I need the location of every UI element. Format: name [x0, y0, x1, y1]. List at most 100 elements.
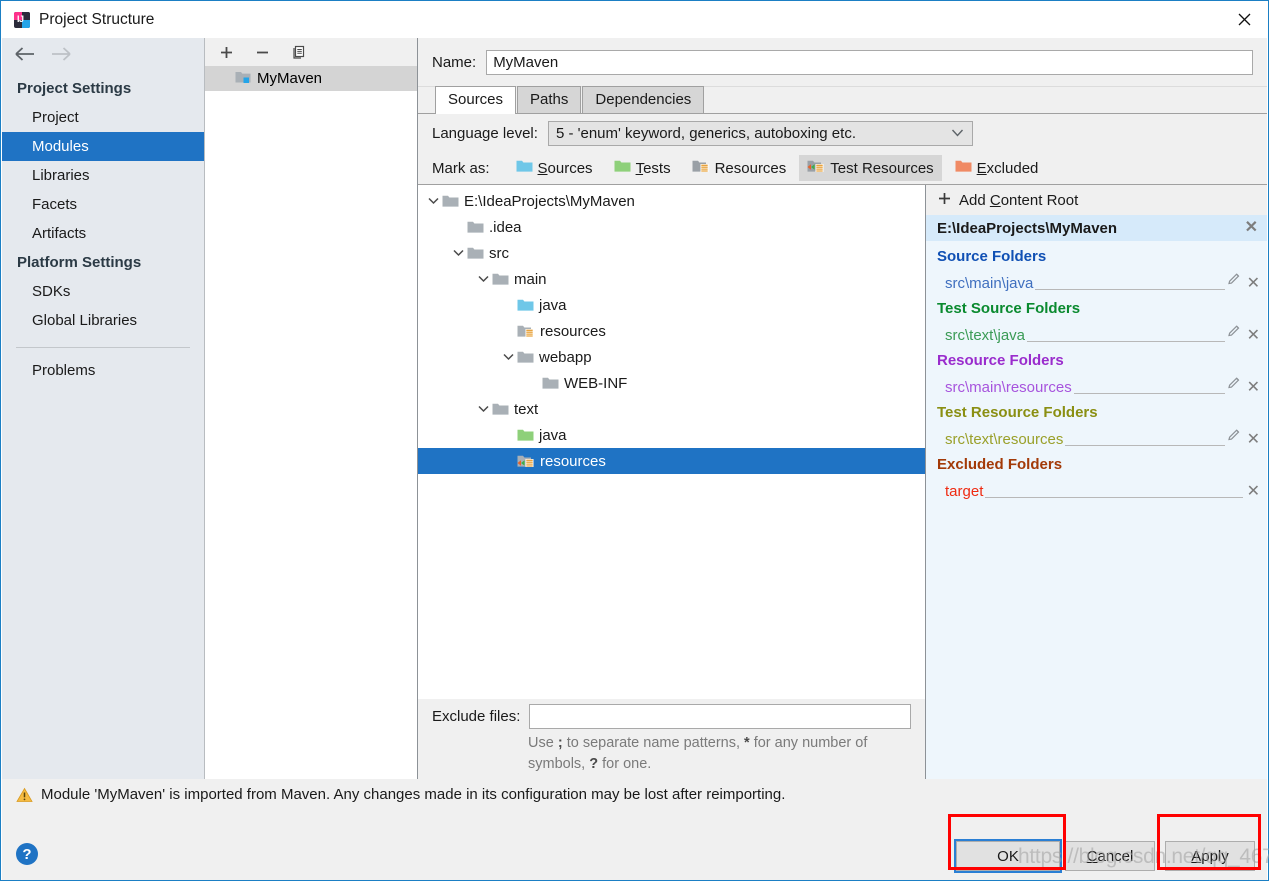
mark-as-excluded-button[interactable]: Excluded: [947, 155, 1047, 181]
tree-row-idea[interactable]: .idea: [418, 214, 925, 240]
folder-gray-icon: [492, 272, 509, 286]
excluded-folder-entry[interactable]: target ✕: [926, 476, 1267, 501]
sources-splitter: E:\IdeaProjects\MyMaven .idea src main j…: [418, 184, 1267, 780]
folder-gray-icon: [492, 402, 509, 416]
chevron-down-icon[interactable]: [474, 275, 492, 283]
tree-row-web-inf[interactable]: WEB-INF: [418, 370, 925, 396]
edit-pencil-icon[interactable]: [1227, 324, 1241, 342]
folder-tests-icon: [614, 159, 631, 177]
name-input[interactable]: [486, 49, 1253, 75]
sidebar-item-project[interactable]: Project: [2, 103, 204, 132]
mark-as-tests-button[interactable]: Tests: [606, 155, 679, 181]
cancel-mnemonic: C: [1086, 847, 1098, 865]
mark-as-resources-button[interactable]: Resources: [684, 155, 795, 181]
sidebar-item-libraries[interactable]: Libraries: [2, 161, 204, 190]
remove-module-button[interactable]: [253, 43, 272, 62]
edit-pencil-icon[interactable]: [1227, 428, 1241, 446]
tree-label: .idea: [489, 218, 522, 236]
warning-message: Module 'MyMaven' is imported from Maven.…: [41, 786, 786, 804]
remove-test-resource-folder-icon[interactable]: ✕: [1247, 430, 1260, 449]
warning-bar: Module 'MyMaven' is imported from Maven.…: [2, 779, 1267, 831]
remove-excluded-folder-icon[interactable]: ✕: [1247, 482, 1260, 501]
close-icon[interactable]: [1220, 1, 1268, 38]
resource-folder-path: src\main\resources: [945, 378, 1074, 397]
name-label: Name:: [432, 53, 477, 71]
add-content-root-button[interactable]: Add Content Root: [926, 185, 1267, 215]
entry-underline: [945, 497, 1243, 498]
tree-row-main-resources[interactable]: resources: [418, 318, 925, 344]
tab-sources[interactable]: Sources: [435, 86, 517, 114]
language-level-value: 5 - 'enum' keyword, generics, autoboxing…: [555, 124, 856, 142]
resource-folder-entry[interactable]: src\main\resources ✕: [926, 372, 1267, 397]
sidebar-item-global-libraries[interactable]: Global Libraries: [2, 306, 204, 335]
content-tree: E:\IdeaProjects\MyMaven .idea src main j…: [418, 185, 925, 699]
tree-row-text-resources[interactable]: resources: [418, 448, 925, 474]
sidebar-item-sdks[interactable]: SDKs: [2, 277, 204, 306]
remove-content-root-icon[interactable]: ✕: [1245, 220, 1258, 236]
sidebar-item-artifacts[interactable]: Artifacts: [2, 219, 204, 248]
apply-button-label: pply: [1201, 847, 1229, 865]
tree-label: java: [539, 426, 567, 444]
test-resource-folder-entry[interactable]: src\text\resources ✕: [926, 424, 1267, 449]
folder-gray-icon: [517, 350, 534, 364]
mark-excluded-mnemonic: E: [976, 159, 987, 177]
tab-paths[interactable]: Paths: [517, 86, 582, 113]
mark-as-sources-button[interactable]: Sources: [508, 155, 601, 181]
tree-label: text: [514, 400, 539, 418]
exclude-files-input[interactable]: [529, 703, 911, 729]
language-level-select[interactable]: 5 - 'enum' keyword, generics, autoboxing…: [547, 120, 973, 146]
test-source-folder-entry[interactable]: src\text\java ✕: [926, 320, 1267, 345]
tree-row-root[interactable]: E:\IdeaProjects\MyMaven: [418, 188, 925, 214]
mark-as-test-resources-button[interactable]: Test Resources: [799, 155, 942, 181]
folder-excluded-icon: [955, 159, 972, 177]
add-module-button[interactable]: [217, 43, 236, 62]
dialog-footer: ? OK Cancel Apply: [2, 830, 1267, 880]
sidebar-group-platform-settings: Platform Settings: [17, 254, 142, 271]
folder-gray-icon: [542, 376, 559, 390]
chevron-down-icon[interactable]: [499, 353, 517, 361]
tree-row-src[interactable]: src: [418, 240, 925, 266]
add-root-mnemonic: C: [989, 191, 1001, 209]
folder-groups: Source Folders src\main\java ✕ Test Sour…: [926, 241, 1267, 780]
chevron-down-icon: [951, 125, 964, 142]
ok-button[interactable]: OK: [954, 839, 1062, 874]
module-row-mymaven[interactable]: MyMaven: [205, 66, 417, 91]
edit-pencil-icon[interactable]: [1227, 272, 1241, 290]
tree-row-text-java[interactable]: java: [418, 422, 925, 448]
modules-column: MyMaven: [205, 38, 418, 780]
tree-label: resources: [540, 452, 606, 470]
chevron-down-icon[interactable]: [449, 249, 467, 257]
copy-module-button[interactable]: [289, 43, 308, 62]
edit-pencil-icon[interactable]: [1227, 376, 1241, 394]
module-folder-icon: [235, 70, 251, 88]
remove-resource-folder-icon[interactable]: ✕: [1247, 378, 1260, 397]
folder-test-resources-icon: [807, 159, 825, 177]
tree-row-webapp[interactable]: webapp: [418, 344, 925, 370]
sidebar-item-modules[interactable]: Modules: [2, 132, 204, 161]
tab-dependencies[interactable]: Dependencies: [582, 86, 705, 113]
source-folder-entry[interactable]: src\main\java ✕: [926, 268, 1267, 293]
arrow-left-icon[interactable]: [14, 46, 36, 67]
sidebar-item-problems[interactable]: Problems: [2, 356, 204, 385]
excluded-folders-title: Excluded Folders: [937, 456, 1063, 473]
folder-gray-icon: [467, 246, 484, 260]
navigation-arrows: [2, 38, 204, 74]
tree-row-main-java[interactable]: java: [418, 292, 925, 318]
mark-as-row: Mark as: Sources Tests Resources Test Re…: [418, 152, 1267, 184]
cancel-button[interactable]: Cancel: [1065, 841, 1155, 872]
remove-test-source-folder-icon[interactable]: ✕: [1247, 326, 1260, 345]
sidebar-item-facets[interactable]: Facets: [2, 190, 204, 219]
help-icon[interactable]: ?: [16, 843, 38, 866]
tree-label: java: [539, 296, 567, 314]
exclude-files-row: Exclude files:: [418, 699, 925, 734]
chevron-down-icon[interactable]: [424, 197, 442, 205]
tree-row-text[interactable]: text: [418, 396, 925, 422]
folder-tests-icon: [517, 428, 534, 442]
tree-row-main[interactable]: main: [418, 266, 925, 292]
remove-source-folder-icon[interactable]: ✕: [1247, 274, 1260, 293]
module-label: MyMaven: [257, 70, 323, 87]
arrow-right-icon[interactable]: [50, 46, 72, 67]
apply-button[interactable]: Apply: [1165, 841, 1255, 872]
chevron-down-icon[interactable]: [474, 405, 492, 413]
content-tree-pane: E:\IdeaProjects\MyMaven .idea src main j…: [418, 185, 926, 780]
